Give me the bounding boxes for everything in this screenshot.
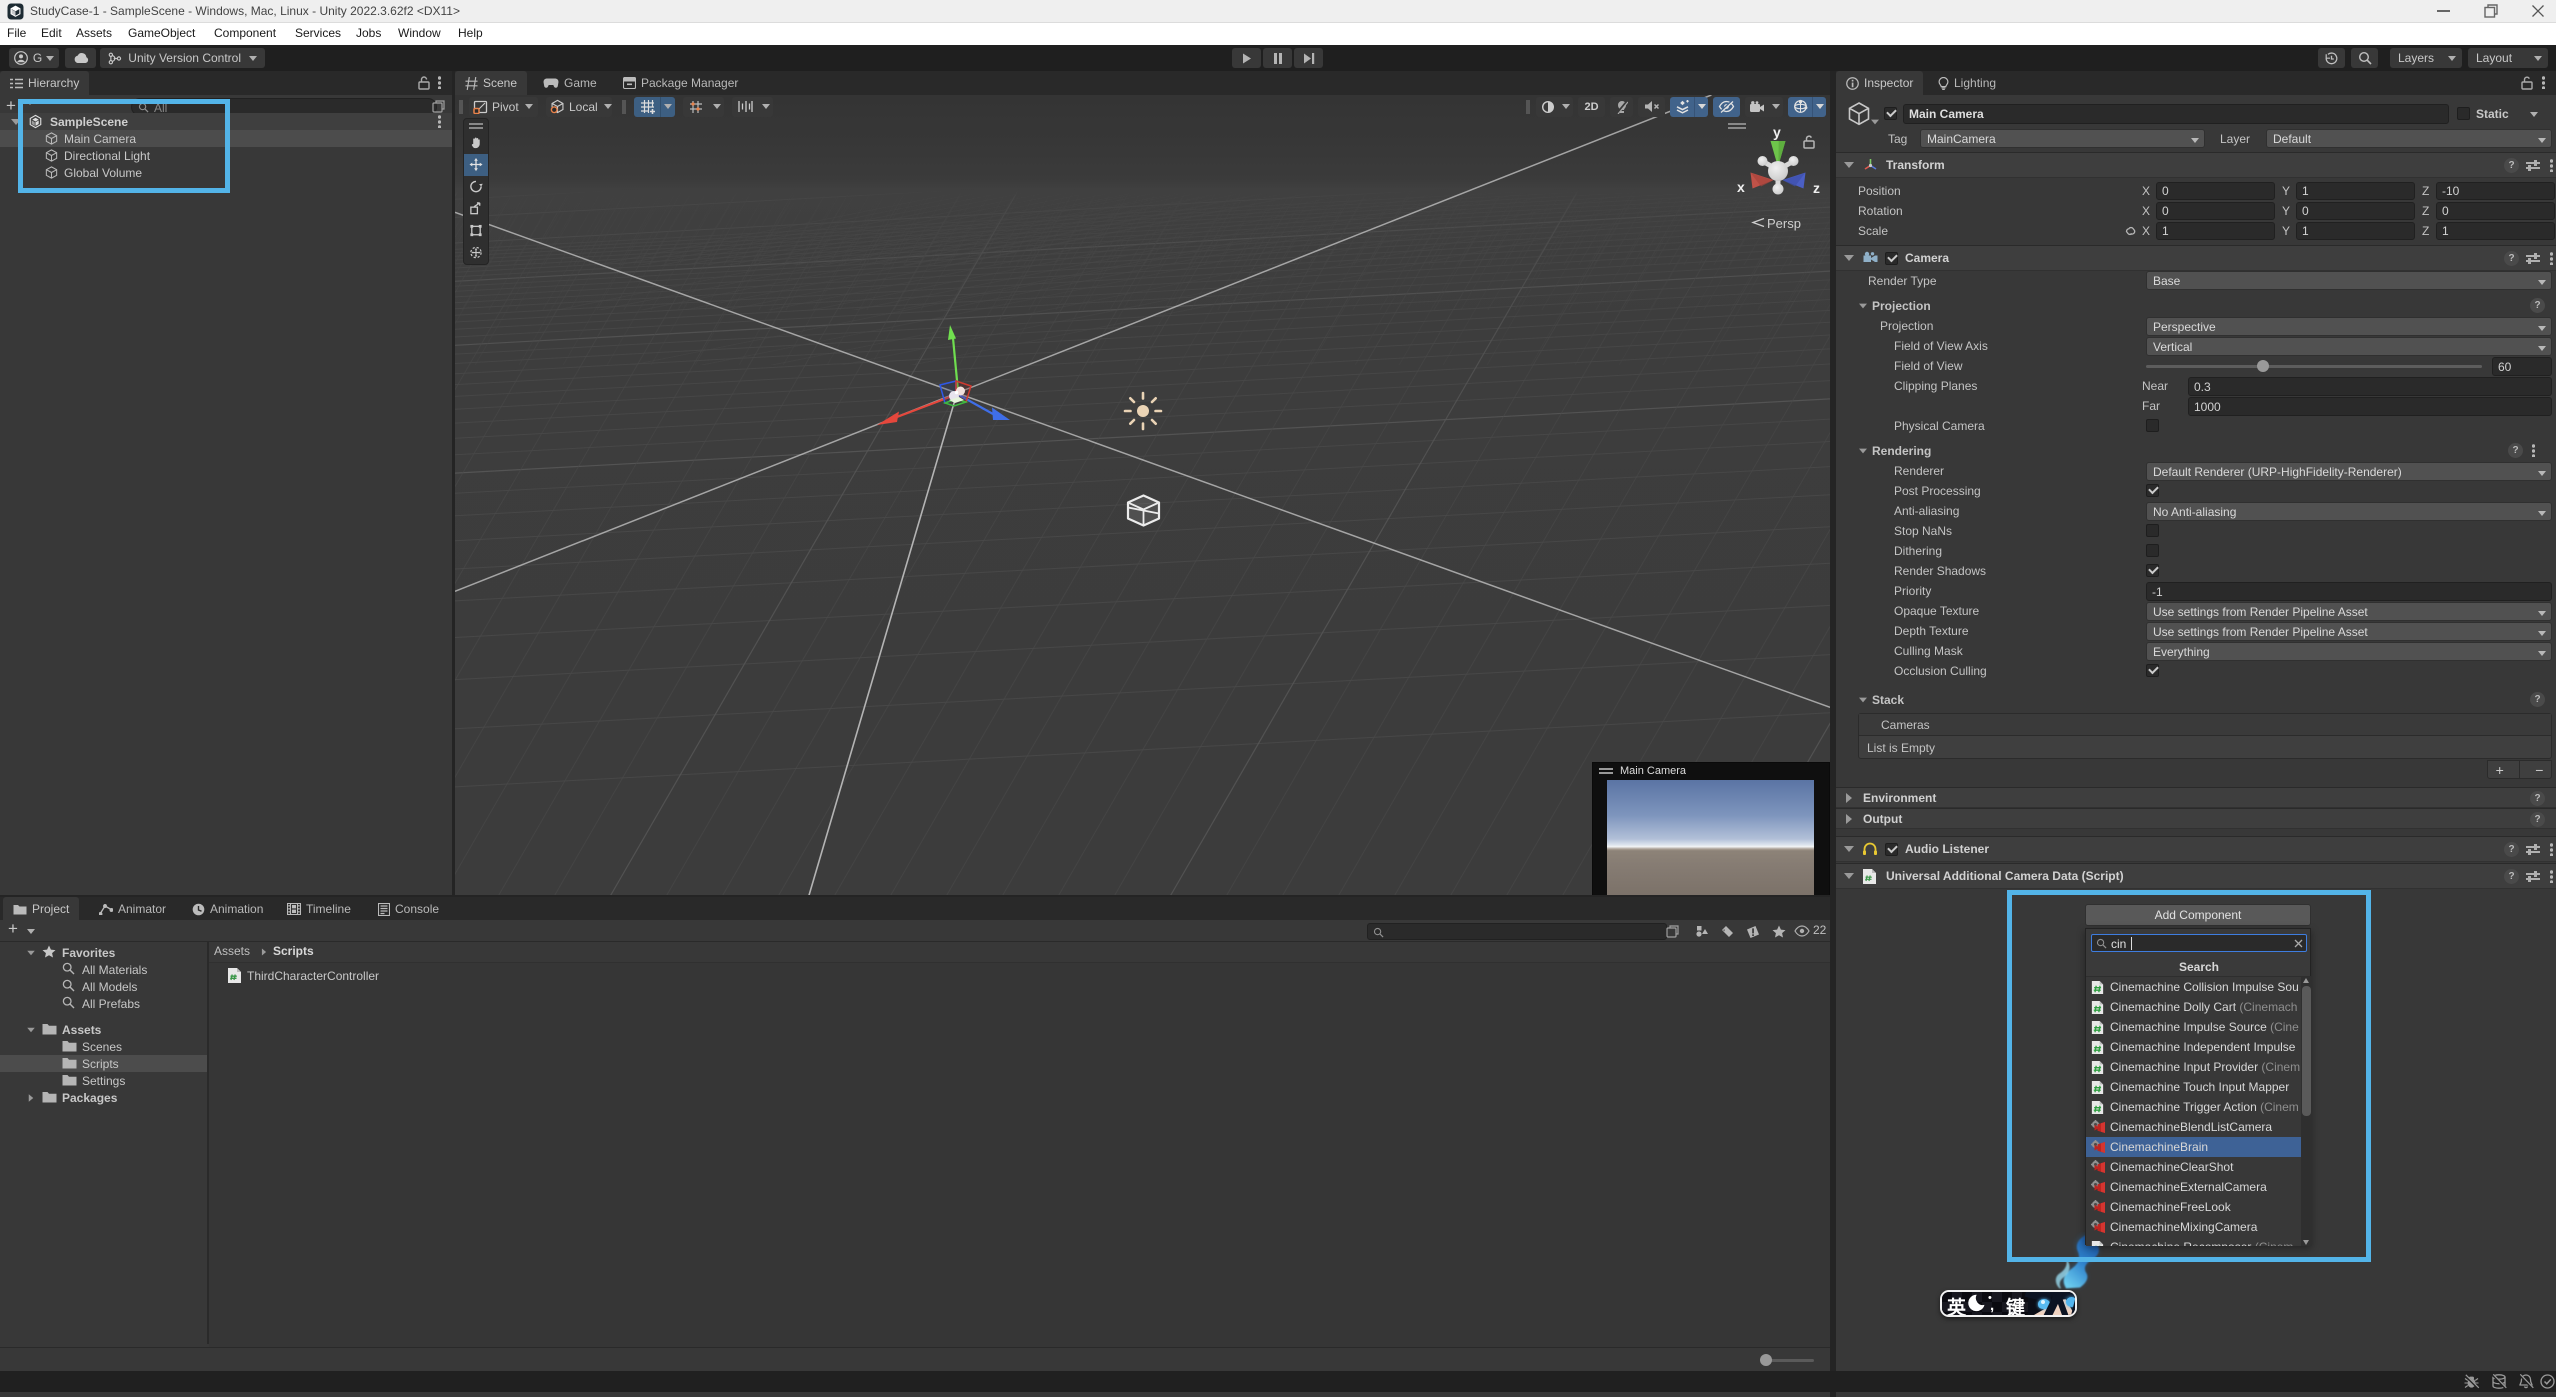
svg-text:x: x (1737, 179, 1745, 195)
svg-text:y: y (1773, 124, 1781, 140)
svg-text:z: z (1813, 180, 1820, 196)
